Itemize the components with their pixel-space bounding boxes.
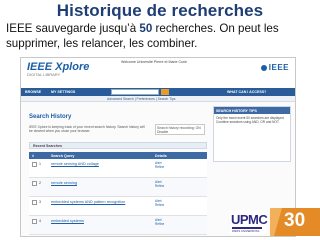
row-number: 1 <box>39 162 41 166</box>
table-row: 2 remote sensing Alert Refine <box>29 178 207 197</box>
row-number: 3 <box>39 200 41 204</box>
search-history-tips-panel: SEARCH HISTORY TIPS Only the most recent… <box>213 106 291 162</box>
search-history-description: IEEE Xplore is keeping track of your rec… <box>29 125 145 133</box>
main-navbar: BROWSE MY SETTINGS WHAT CAN I ACCESS? <box>21 88 295 96</box>
nav-search-input[interactable] <box>111 89 159 95</box>
row-actions[interactable]: Alert Refine <box>155 199 164 207</box>
header-num: # <box>32 153 34 158</box>
nav-my-settings[interactable]: MY SETTINGS <box>51 90 75 94</box>
row-checkbox[interactable] <box>32 200 37 205</box>
row-checkbox[interactable] <box>32 181 37 186</box>
body-line-1: IEEE sauvegarde jusqu’à 50 recherches. O… <box>6 21 318 36</box>
welcome-text: Welcome Université Pierre et Marie Curie <box>121 60 188 64</box>
upmc-logo-text: UPMC <box>231 212 268 227</box>
nav-search-button[interactable] <box>161 89 169 95</box>
row-actions[interactable]: Alert Refine <box>155 161 164 169</box>
row-query-link[interactable]: embedded systems <box>51 219 84 223</box>
body-line-2: supprimer, les relancer, les combiner. <box>6 37 198 50</box>
history-recording-box[interactable]: Search history recording: ON Disable <box>155 124 205 135</box>
anniversary-badge: 30 <box>270 208 320 236</box>
row-number: 4 <box>39 219 41 223</box>
badge-number: 30 <box>284 210 306 231</box>
row-query-link[interactable]: embedded systems AND pattern recognition <box>51 200 125 204</box>
ieee-diamond-icon <box>260 65 267 71</box>
upmc-logo: UPMC PARIS UNIVERSITAS <box>230 210 268 234</box>
row-query-link[interactable]: remote sensing <box>51 181 77 185</box>
ieee-header: IEEE Xplore DIGITAL LIBRARY Welcome Univ… <box>21 58 295 88</box>
subnav-links[interactable]: Advanced Search | Preferences | Search T… <box>107 97 175 101</box>
ieee-brand-text: IEEE <box>268 63 289 72</box>
header-details: Details <box>155 153 167 158</box>
table-header-row: # Search Query Details <box>29 152 207 159</box>
slide-body: IEEE sauvegarde jusqu’à 50 recherches. O… <box>6 21 318 51</box>
row-actions[interactable]: Alert Refine <box>155 180 164 188</box>
ieee-xplore-logo: IEEE Xplore DIGITAL LIBRARY <box>27 61 89 77</box>
upmc-logo-sub: PARIS UNIVERSITAS <box>232 229 260 233</box>
sub-navbar: Advanced Search | Preferences | Search T… <box>21 96 295 102</box>
row-checkbox[interactable] <box>32 162 37 167</box>
table-row: 4 embedded systems Alert Refine <box>29 216 207 235</box>
table-row: 3 embedded systems AND pattern recogniti… <box>29 197 207 216</box>
row-checkbox[interactable] <box>32 219 37 224</box>
search-history-table: # Search Query Details 1 remote sensing … <box>29 152 207 235</box>
body-line-1-start: IEEE sauvegarde jusqu’à <box>6 22 140 35</box>
search-history-heading: Search History <box>29 114 72 120</box>
recent-searches-label: Recent Searches <box>33 144 62 148</box>
row-number: 2 <box>39 181 41 185</box>
slide-title: Historique de recherches <box>56 1 264 20</box>
side-panel-title: SEARCH HISTORY TIPS <box>214 107 290 114</box>
table-row: 1 remote sensing AND collage Alert Refine <box>29 159 207 178</box>
row-actions[interactable]: Alert Refine <box>155 218 164 226</box>
side-panel-text: Only the most recent 50 searches are dis… <box>216 116 285 124</box>
recent-searches-bar: Recent Searches <box>29 142 207 149</box>
ieee-brand-logo: IEEE <box>260 63 289 72</box>
body-highlight-number: 50 <box>139 22 153 35</box>
nav-browse[interactable]: BROWSE <box>25 90 41 94</box>
header-query: Search Query <box>51 153 75 158</box>
body-line-1-end: recherches. On peut les <box>152 22 279 35</box>
row-query-link[interactable]: remote sensing AND collage <box>51 162 99 166</box>
nav-what-can-i-access[interactable]: WHAT CAN I ACCESS? <box>227 90 266 94</box>
